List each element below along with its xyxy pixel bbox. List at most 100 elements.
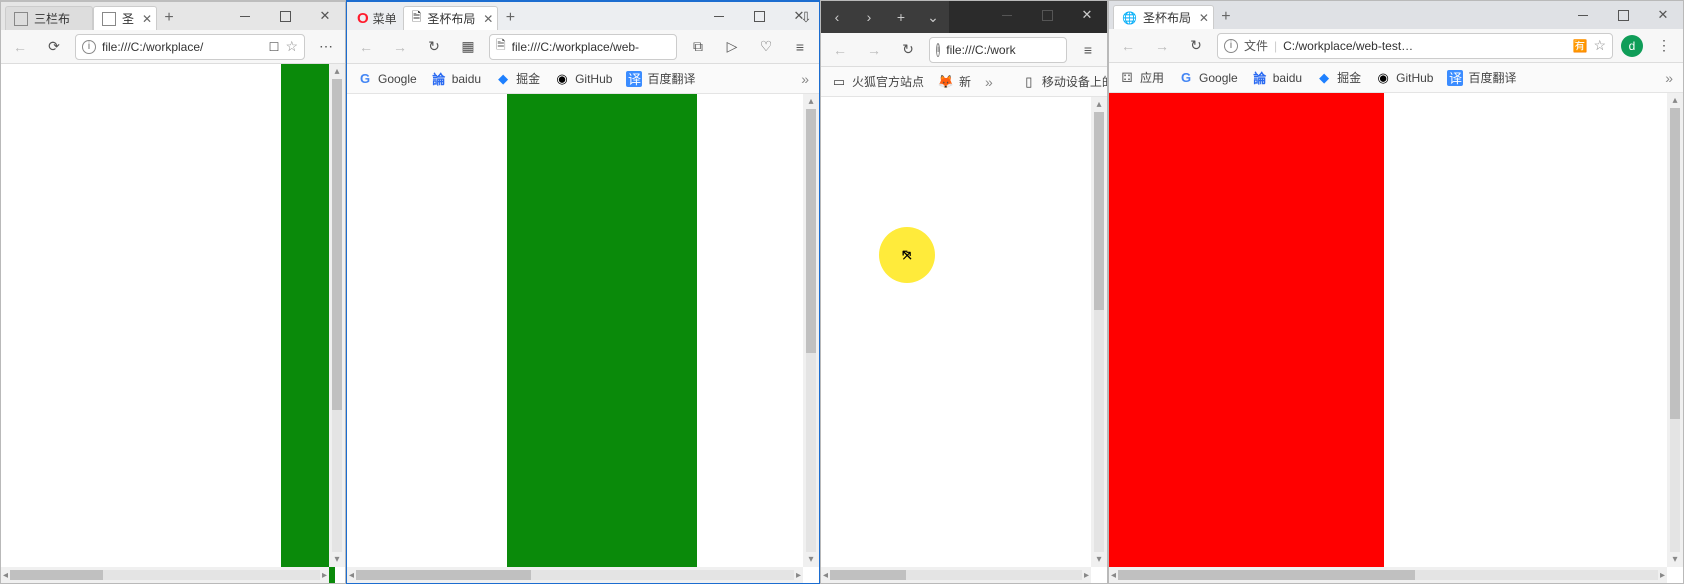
opera-menu-button[interactable]: O 菜单 bbox=[351, 6, 403, 30]
reading-view-icon[interactable]: ☐ bbox=[269, 40, 280, 54]
address-input[interactable] bbox=[946, 43, 1067, 57]
maximize-button[interactable] bbox=[265, 2, 305, 30]
close-window-button[interactable] bbox=[1067, 1, 1107, 29]
speed-dial-button[interactable]: ▦ bbox=[455, 34, 481, 60]
vertical-scrollbar[interactable]: ▴▾ bbox=[1091, 97, 1107, 567]
back-button[interactable]: ← bbox=[1115, 33, 1141, 59]
new-tab-button[interactable]: + bbox=[1214, 5, 1238, 29]
minimize-button[interactable] bbox=[1563, 1, 1603, 29]
more-menu-button[interactable]: ⋯ bbox=[313, 34, 339, 60]
new-tab-button[interactable]: + bbox=[498, 6, 522, 30]
bookmark-baidufanyi[interactable]: 译百度翻译 bbox=[626, 70, 695, 87]
snapshot-button[interactable]: ⧉ bbox=[685, 34, 711, 60]
address-bar[interactable]: 🗎 bbox=[489, 34, 677, 60]
bookmarks-overflow-button[interactable]: » bbox=[1665, 70, 1673, 86]
mobile-icon: ▯ bbox=[1021, 74, 1037, 90]
forward-button[interactable]: → bbox=[861, 37, 887, 63]
edge-tab-0[interactable]: 三栏布 bbox=[5, 6, 93, 30]
horizontal-scrollbar[interactable]: ◂▸ bbox=[1109, 567, 1667, 583]
maximize-button[interactable] bbox=[1027, 1, 1067, 29]
bookmark-mobile[interactable]: ▯移动设备上的书签 bbox=[1021, 73, 1107, 90]
edge-tab-1[interactable]: 圣 ✕ bbox=[93, 6, 157, 30]
bookmark-apps[interactable]: ⚃应用 bbox=[1119, 69, 1164, 86]
address-bar[interactable]: i 文件 | 🈶 ☆ bbox=[1217, 33, 1613, 59]
opera-toolbar: ← → ↻ ▦ 🗎 ⧉ ▷ ♡ ≡ bbox=[347, 30, 819, 64]
reload-button[interactable]: ⟳ bbox=[41, 34, 67, 60]
vertical-scrollbar[interactable]: ▴▾ bbox=[803, 94, 819, 567]
site-info-icon[interactable]: i bbox=[82, 40, 96, 54]
tab-scroll-back-button[interactable]: ‹ bbox=[821, 1, 853, 33]
reload-button[interactable]: ↻ bbox=[1183, 33, 1209, 59]
bookmarks-overflow-button[interactable]: » bbox=[985, 74, 993, 90]
address-bar[interactable]: i » bbox=[929, 37, 1067, 63]
tab-scroll-forward-button[interactable]: › bbox=[853, 1, 885, 33]
bookmark-baidu[interactable]: 論baidu bbox=[1252, 70, 1302, 86]
opera-tab-0[interactable]: 🗎 圣杯布局 ✕ bbox=[403, 6, 499, 30]
bookmark-juejin[interactable]: ◆掘金 bbox=[495, 70, 540, 87]
page-icon: 🗎 bbox=[496, 36, 506, 57]
forward-button[interactable]: → bbox=[1149, 33, 1175, 59]
close-window-button[interactable] bbox=[1643, 1, 1683, 29]
reload-button[interactable]: ↻ bbox=[421, 34, 447, 60]
github-icon: ◉ bbox=[1375, 70, 1391, 86]
bookmark-star-icon[interactable]: ☆ bbox=[1593, 37, 1606, 54]
opera-viewport: ▴▾ ◂▸ bbox=[347, 94, 819, 583]
firefox-window: ‹ › + ⌄ ← → ↻ i » ≡ ▭火狐官方站点 🦊新 » ▯移动设备上的… bbox=[820, 0, 1108, 584]
bookmark-new[interactable]: 🦊新 bbox=[938, 73, 971, 90]
play-button[interactable]: ▷ bbox=[719, 34, 745, 60]
more-menu-button[interactable]: ⋮ bbox=[1651, 33, 1677, 59]
minimize-button[interactable] bbox=[225, 2, 265, 30]
horizontal-scrollbar[interactable]: ◂▸ bbox=[1, 567, 329, 583]
tab-title: 圣杯布局 bbox=[427, 10, 475, 27]
baidu-translate-icon: 译 bbox=[1447, 70, 1463, 86]
back-button[interactable]: ← bbox=[7, 34, 33, 60]
hamburger-menu-button[interactable]: ≡ bbox=[1075, 37, 1101, 63]
bookmark-google[interactable]: GGoogle bbox=[1178, 70, 1238, 86]
bookmark-google[interactable]: GGoogle bbox=[357, 71, 417, 87]
horizontal-scrollbar[interactable]: ◂▸ bbox=[347, 567, 803, 583]
back-button[interactable]: ← bbox=[827, 37, 853, 63]
close-tab-icon[interactable]: ✕ bbox=[142, 12, 152, 26]
easy-setup-button[interactable]: ≡ bbox=[787, 34, 813, 60]
bookmark-firefox-official[interactable]: ▭火狐官方站点 bbox=[831, 73, 924, 90]
close-window-button[interactable] bbox=[779, 2, 819, 30]
chrome-toolbar: ← → ↻ i 文件 | 🈶 ☆ d ⋮ bbox=[1109, 29, 1683, 63]
minimize-button[interactable] bbox=[699, 2, 739, 30]
address-bar[interactable]: i ☐ ☆ bbox=[75, 34, 305, 60]
minimize-button[interactable] bbox=[987, 1, 1027, 29]
tab-list-button[interactable]: ⌄ bbox=[917, 1, 949, 33]
chrome-tab-0[interactable]: 圣杯布局 ✕ bbox=[1113, 5, 1214, 29]
address-input[interactable] bbox=[1283, 39, 1566, 53]
maximize-button[interactable] bbox=[1603, 1, 1643, 29]
page-icon bbox=[102, 12, 116, 26]
heart-button[interactable]: ♡ bbox=[753, 34, 779, 60]
bookmarks-overflow-button[interactable]: » bbox=[801, 71, 809, 87]
bookmark-baidu[interactable]: 論baidu bbox=[431, 71, 481, 87]
site-info-icon[interactable]: i bbox=[936, 43, 940, 57]
new-tab-button[interactable]: + bbox=[157, 6, 181, 30]
forward-button[interactable]: → bbox=[387, 34, 413, 60]
close-window-button[interactable] bbox=[305, 2, 345, 30]
horizontal-scrollbar[interactable]: ◂▸ bbox=[821, 567, 1091, 583]
profile-avatar-button[interactable]: d bbox=[1621, 35, 1643, 57]
close-tab-icon[interactable]: ✕ bbox=[1199, 11, 1209, 25]
maximize-button[interactable] bbox=[739, 2, 779, 30]
bookmark-baidufanyi[interactable]: 译百度翻译 bbox=[1447, 69, 1516, 86]
vertical-scrollbar[interactable]: ▴▾ bbox=[1667, 93, 1683, 567]
site-info-icon[interactable]: i bbox=[1224, 39, 1238, 53]
new-tab-button[interactable]: + bbox=[885, 1, 917, 33]
chrome-window: 圣杯布局 ✕ + ← → ↻ i 文件 | 🈶 ☆ d ⋮ ⚃应用 GGoogl… bbox=[1108, 0, 1684, 584]
address-input[interactable] bbox=[102, 40, 263, 54]
edge-window: 三栏布 圣 ✕ + ← ⟳ i ☐ ☆ ⋯ ▴▾ ◂▸ bbox=[0, 0, 346, 584]
translate-icon[interactable]: 🈶 bbox=[1572, 39, 1587, 53]
favorite-star-icon[interactable]: ☆ bbox=[285, 38, 298, 55]
bookmark-github[interactable]: ◉GitHub bbox=[1375, 70, 1433, 86]
bookmark-github[interactable]: ◉GitHub bbox=[554, 71, 612, 87]
address-input[interactable] bbox=[512, 40, 670, 54]
baidu-icon: 論 bbox=[431, 71, 447, 87]
reload-button[interactable]: ↻ bbox=[895, 37, 921, 63]
vertical-scrollbar[interactable]: ▴▾ bbox=[329, 64, 345, 567]
bookmark-juejin[interactable]: ◆掘金 bbox=[1316, 69, 1361, 86]
back-button[interactable]: ← bbox=[353, 34, 379, 60]
close-tab-icon[interactable]: ✕ bbox=[483, 12, 493, 26]
